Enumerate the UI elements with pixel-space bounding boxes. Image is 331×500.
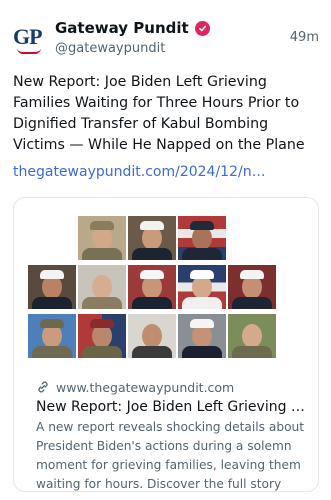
portrait-photo <box>78 314 126 358</box>
portrait-photo <box>228 314 276 358</box>
portrait-photo <box>128 216 176 260</box>
portrait-photo <box>78 216 126 260</box>
portrait-photo <box>78 265 126 309</box>
card-domain[interactable]: www.thegatewaypundit.com <box>56 380 234 395</box>
portrait-photo <box>128 314 176 358</box>
card-meta: www.thegatewaypundit.com New Report: Joe… <box>36 378 314 492</box>
link-preview-card[interactable]: www.thegatewaypundit.com New Report: Joe… <box>13 197 319 492</box>
logo-swoosh-icon <box>17 48 41 54</box>
portrait-photo <box>228 265 276 309</box>
author-block[interactable]: Gateway Pundit @gatewaypundit <box>55 18 210 56</box>
post-timestamp[interactable]: 49m <box>290 30 319 45</box>
post-link[interactable]: thegatewaypundit.com/2024/12/n… <box>13 164 266 180</box>
card-description: A new report reveals shocking details ab… <box>36 420 305 491</box>
link-icon <box>38 381 48 393</box>
portrait-photo <box>28 265 76 309</box>
post-header: GP Gateway Pundit @gatewaypundit 49m <box>13 18 319 62</box>
card-title[interactable]: New Report: Joe Biden Left Grieving … <box>36 399 306 415</box>
portrait-photo <box>128 265 176 309</box>
portrait-photo <box>178 265 226 309</box>
author-handle[interactable]: @gatewaypundit <box>55 41 210 56</box>
post-text: New Report: Joe Biden Left Grieving Fami… <box>13 74 305 153</box>
portrait-photo <box>178 314 226 358</box>
portrait-photo <box>28 314 76 358</box>
portrait-photo <box>178 216 226 260</box>
verified-badge-icon <box>194 20 210 36</box>
author-name[interactable]: Gateway Pundit <box>55 19 189 37</box>
preview-image[interactable] <box>28 216 278 362</box>
avatar[interactable]: GP <box>13 22 45 58</box>
